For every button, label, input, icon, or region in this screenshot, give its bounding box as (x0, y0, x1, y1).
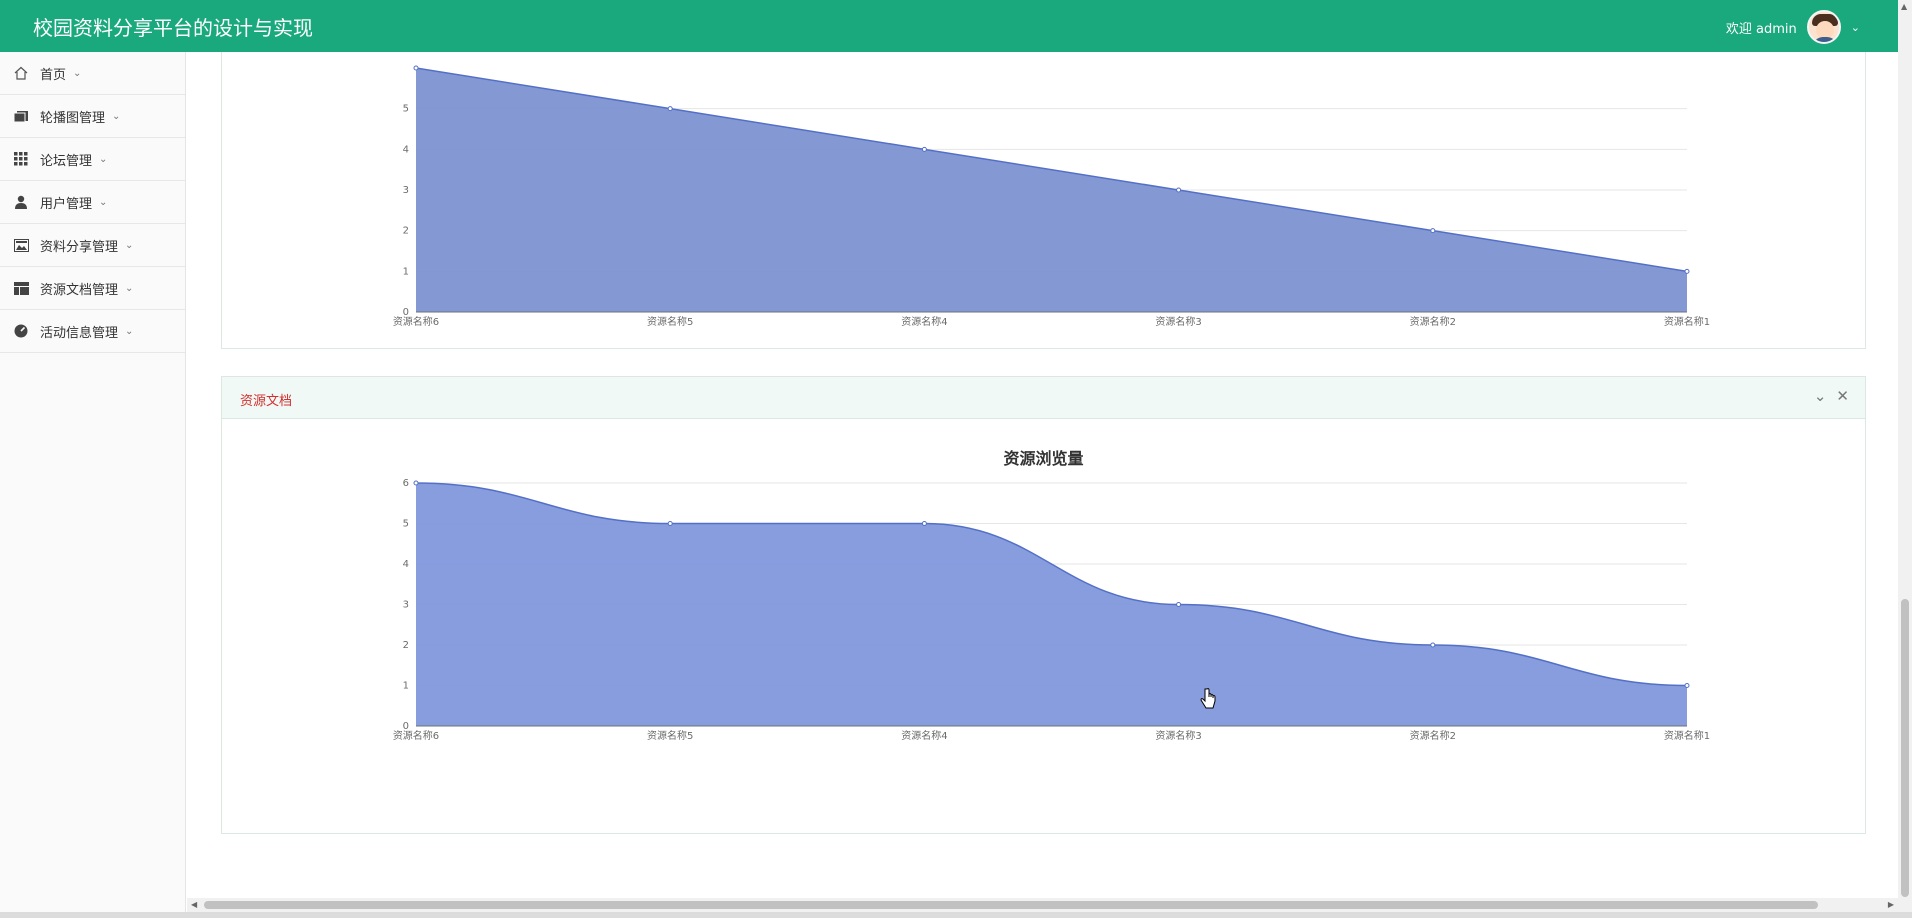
sidebar-item-forum[interactable]: 论坛管理 ⌄ (0, 138, 185, 181)
data-point (1430, 228, 1436, 234)
image-stack-icon (13, 108, 29, 124)
chart-panel-documents: 资源文档 ⌄ ✕ 资源浏览量 0 1 2 3 4 5 6 资源名称6 资源名称5 资源名称4 资源名… (221, 376, 1866, 834)
x-tick-label: 资源名称5 (647, 315, 693, 328)
panel-header: 资源文档 ⌄ ✕ (222, 377, 1865, 419)
data-point (1176, 187, 1182, 193)
window-bottom-edge (0, 912, 1912, 918)
sidebar: 首页 ⌄ 轮播图管理 ⌄ 论坛管理 ⌄ 用户管理 ⌄ 资料分享管理 ⌄ 资源文档管理 ⌄ 活… (0, 52, 186, 918)
x-tick-label: 资源名称2 (1410, 315, 1456, 328)
chevron-down-icon[interactable]: ⌄ (1851, 21, 1860, 34)
sidebar-item-label: 活动信息管理 (40, 325, 119, 341)
y-tick-label: 5 (403, 519, 409, 530)
y-tick-label: 4 (403, 559, 409, 570)
data-point (413, 65, 419, 71)
avatar[interactable] (1806, 10, 1841, 44)
welcome-text: 欢迎 admin (1725, 21, 1797, 37)
sidebar-item-users[interactable]: 用户管理 ⌄ (0, 181, 185, 224)
chevron-down-icon: ⌄ (125, 282, 134, 294)
sidebar-item-label: 论坛管理 (40, 153, 93, 169)
data-point (667, 521, 673, 526)
data-point (1176, 602, 1182, 607)
y-tick-label: 3 (403, 185, 409, 196)
dashboard-icon (13, 323, 29, 339)
app-title: 校园资料分享平台的设计与实现 (33, 16, 313, 40)
y-tick-label: 4 (403, 144, 409, 155)
y-tick-label: 3 (403, 600, 409, 611)
user-icon (13, 194, 29, 210)
hand-cursor-icon (1200, 688, 1216, 709)
y-tick-label: 1 (403, 681, 409, 692)
sidebar-item-label: 资料分享管理 (40, 239, 119, 255)
sidebar-item-label: 首页 (40, 67, 67, 83)
sidebar-item-label: 资源文档管理 (40, 282, 119, 298)
user-menu[interactable]: 欢迎 admin ⌄ (1726, 10, 1860, 44)
scroll-right-arrow[interactable]: ▶ (1888, 900, 1894, 909)
chart-panel-top: 0 1 2 3 4 5 资源名称6 资源名称5 资源名称4 资源名称3 资源名称2 资源名称1 (221, 52, 1866, 349)
x-tick-label: 资源名称1 (1664, 729, 1710, 742)
x-tick-label: 资源名称1 (1664, 315, 1710, 328)
x-tick-label: 资源名称4 (901, 729, 947, 742)
x-tick-label: 资源名称5 (647, 729, 693, 742)
close-icon[interactable]: ✕ (1836, 387, 1849, 405)
data-point (1684, 683, 1690, 688)
y-tick-label: 5 (403, 104, 409, 115)
x-tick-label: 资源名称4 (901, 315, 947, 328)
scroll-left-arrow[interactable]: ◀ (191, 900, 197, 909)
panel-title: 资源文档 (240, 394, 293, 409)
panel-tools: ⌄ ✕ (1814, 387, 1849, 405)
y-tick-label: 1 (403, 266, 409, 277)
chevron-down-icon: ⌄ (99, 196, 108, 208)
picture-icon (13, 237, 29, 253)
chevron-down-icon[interactable]: ⌄ (1814, 387, 1827, 405)
main-content: 0 1 2 3 4 5 资源名称6 资源名称5 资源名称4 资源名称3 资源名称2 资源名称1 资源文… (187, 52, 1898, 898)
chevron-down-icon: ⌄ (125, 325, 134, 337)
x-tick-label: 资源名称2 (1410, 729, 1456, 742)
sidebar-item-carousel[interactable]: 轮播图管理 ⌄ (0, 95, 185, 138)
grid-icon (13, 151, 29, 167)
x-tick-label: 资源名称6 (393, 315, 439, 328)
chevron-down-icon: ⌄ (112, 110, 121, 122)
x-tick-label: 资源名称6 (393, 729, 439, 742)
sidebar-item-label: 用户管理 (40, 196, 93, 212)
sidebar-item-home[interactable]: 首页 ⌄ (0, 52, 185, 95)
scroll-thumb[interactable] (204, 901, 1818, 909)
y-tick-label: 2 (403, 640, 409, 651)
top-header: 校园资料分享平台的设计与实现 欢迎 admin ⌄ (0, 0, 1898, 52)
x-tick-label: 资源名称3 (1155, 315, 1201, 328)
x-tick-label: 资源名称3 (1155, 729, 1201, 742)
data-point (413, 480, 419, 486)
data-point (921, 146, 927, 152)
sidebar-item-share[interactable]: 资料分享管理 ⌄ (0, 224, 185, 267)
y-tick-label: 2 (403, 226, 409, 237)
y-tick-label: 6 (403, 478, 409, 489)
scroll-up-arrow[interactable]: ▲ (1901, 2, 1907, 11)
chevron-down-icon: ⌄ (99, 153, 108, 165)
area-chart-top: 012345资源名称6 资源名称5 资源名称4 资源名称3 资源名称2 资源名称1 (393, 65, 1710, 328)
sidebar-item-activities[interactable]: 活动信息管理 ⌄ (0, 310, 185, 353)
data-point (921, 521, 927, 526)
area-chart-views: 0123456资源名称6 资源名称5 资源名称4 资源名称3 资源名称2 资源名称1 (393, 478, 1710, 742)
sidebar-item-documents[interactable]: 资源文档管理 ⌄ (0, 267, 185, 310)
chevron-down-icon: ⌄ (73, 67, 82, 79)
data-point (1684, 268, 1690, 274)
sidebar-item-label: 轮播图管理 (40, 110, 106, 126)
horizontal-scrollbar[interactable]: ◀ ▶ (187, 898, 1898, 912)
chevron-down-icon: ⌄ (125, 239, 134, 251)
vertical-scrollbar[interactable]: ▲ (1898, 0, 1912, 918)
scroll-thumb[interactable] (1901, 599, 1909, 897)
layout-icon (13, 280, 29, 296)
home-icon (13, 65, 29, 81)
data-point (1430, 642, 1436, 648)
data-point (667, 106, 673, 112)
